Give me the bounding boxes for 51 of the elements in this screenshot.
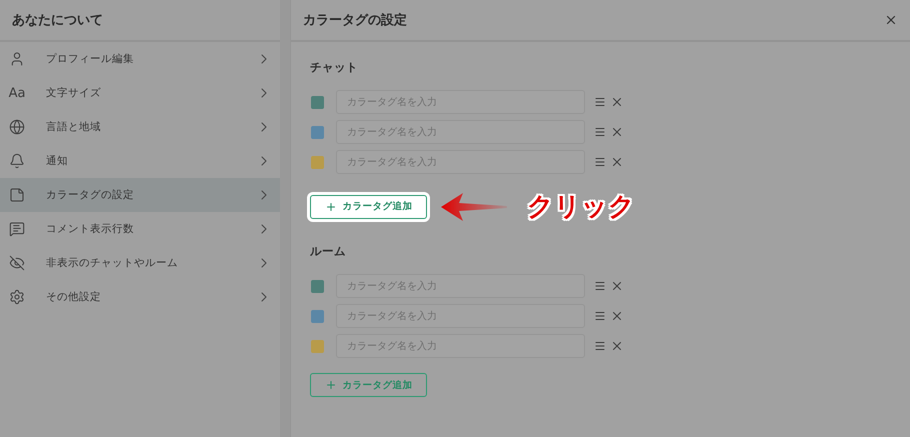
close-icon[interactable] — [884, 13, 898, 27]
section-title: チャット — [310, 60, 359, 75]
font-size-icon: Aa — [8, 86, 26, 100]
menu-item-label: 通知 — [46, 154, 69, 168]
color-swatch[interactable] — [311, 280, 324, 292]
note-icon — [9, 187, 25, 203]
panel-title: カラータグの設定 — [303, 12, 407, 29]
menu-item-label: コメント表示行数 — [46, 222, 135, 236]
menu-item[interactable]: 言語と地域 — [0, 110, 280, 144]
delete-icon[interactable] — [610, 125, 624, 139]
menu-item[interactable]: コメント表示行数 — [0, 212, 280, 246]
drag-handle-icon[interactable] — [594, 280, 606, 292]
drag-handle-icon[interactable] — [594, 340, 606, 352]
comment-icon — [9, 221, 25, 237]
plus-icon — [324, 379, 336, 391]
menu-item[interactable]: その他設定 — [0, 280, 280, 314]
plus-icon — [324, 200, 336, 212]
section-title: ルーム — [310, 244, 347, 259]
menu-item-label: その他設定 — [46, 290, 102, 304]
drag-handle-icon[interactable] — [594, 96, 606, 108]
color-swatch[interactable] — [311, 96, 324, 108]
menu-item[interactable]: 通知 — [0, 144, 280, 178]
menu-item-label: 非表示のチャットやルーム — [46, 256, 179, 270]
drag-handle-icon[interactable] — [594, 310, 606, 322]
delete-icon[interactable] — [610, 309, 624, 323]
gear-icon — [9, 289, 25, 305]
bell-icon — [9, 153, 25, 169]
menu-item-label: 言語と地域 — [46, 120, 102, 134]
menu-item[interactable]: Aa 文字サイズ — [0, 76, 280, 110]
drag-handle-icon[interactable] — [594, 156, 606, 168]
delete-icon[interactable] — [610, 339, 624, 353]
drag-handle-icon[interactable] — [594, 126, 606, 138]
arrow-icon — [441, 192, 507, 222]
person-icon — [9, 51, 25, 67]
menu-item[interactable]: カラータグの設定 — [0, 178, 280, 212]
delete-icon[interactable] — [610, 279, 624, 293]
color-swatch[interactable] — [311, 310, 324, 322]
callout-label: クリック — [527, 191, 635, 224]
delete-icon[interactable] — [610, 95, 624, 109]
globe-icon — [9, 119, 25, 135]
eye-slash-icon — [9, 255, 25, 271]
menu-item-label: プロフィール編集 — [46, 52, 135, 66]
color-swatch[interactable] — [311, 156, 324, 168]
delete-icon[interactable] — [610, 155, 624, 169]
color-swatch[interactable] — [311, 126, 324, 138]
menu-item[interactable]: プロフィール編集 — [0, 42, 280, 76]
sidebar-title: あなたについて — [12, 12, 103, 29]
menu-item[interactable]: 非表示のチャットやルーム — [0, 246, 280, 280]
color-swatch[interactable] — [311, 340, 324, 352]
menu-item-label: 文字サイズ — [46, 86, 102, 100]
menu-item-label: カラータグの設定 — [46, 188, 135, 202]
